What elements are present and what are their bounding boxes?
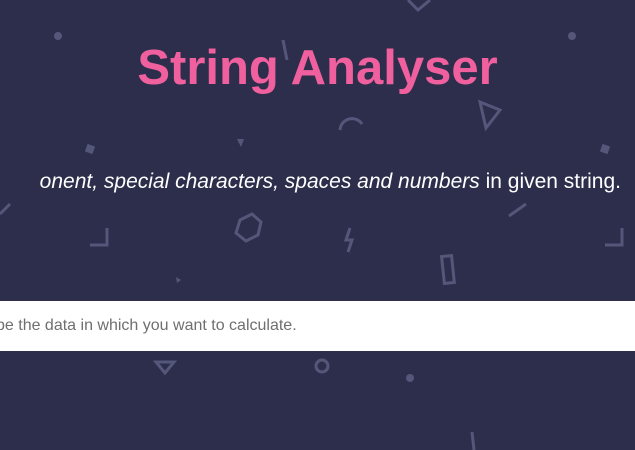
arc-icon: [338, 117, 364, 131]
dot-icon: [406, 374, 414, 382]
square-icon: [599, 143, 611, 155]
corner-icon: [605, 228, 624, 247]
ring-icon: [314, 358, 330, 374]
description-suffix: in given string.: [479, 170, 621, 193]
triangle-icon: [477, 99, 503, 132]
dash-icon: [0, 202, 12, 216]
description-emphasis: onent, special characters, spaces and nu…: [39, 170, 480, 193]
lightning-icon: [343, 227, 355, 253]
triangle-icon: [237, 139, 244, 147]
dash-icon: [508, 202, 527, 218]
triangle-icon: [176, 277, 181, 283]
page: String Analyser onent, special character…: [0, 0, 635, 450]
rectangle-icon: [439, 253, 456, 286]
diamond-icon: [406, 0, 431, 13]
description-text: onent, special characters, spaces and nu…: [40, 170, 621, 194]
triangle-icon: [152, 360, 178, 376]
input-bar: [0, 301, 635, 351]
dot-icon: [54, 32, 62, 40]
data-input[interactable]: [0, 301, 628, 351]
square-icon: [84, 143, 96, 155]
dash-icon: [470, 431, 476, 450]
dot-icon: [568, 32, 576, 40]
hexagon-icon: [234, 212, 263, 243]
page-title: String Analyser: [137, 41, 498, 95]
corner-icon: [90, 228, 109, 247]
